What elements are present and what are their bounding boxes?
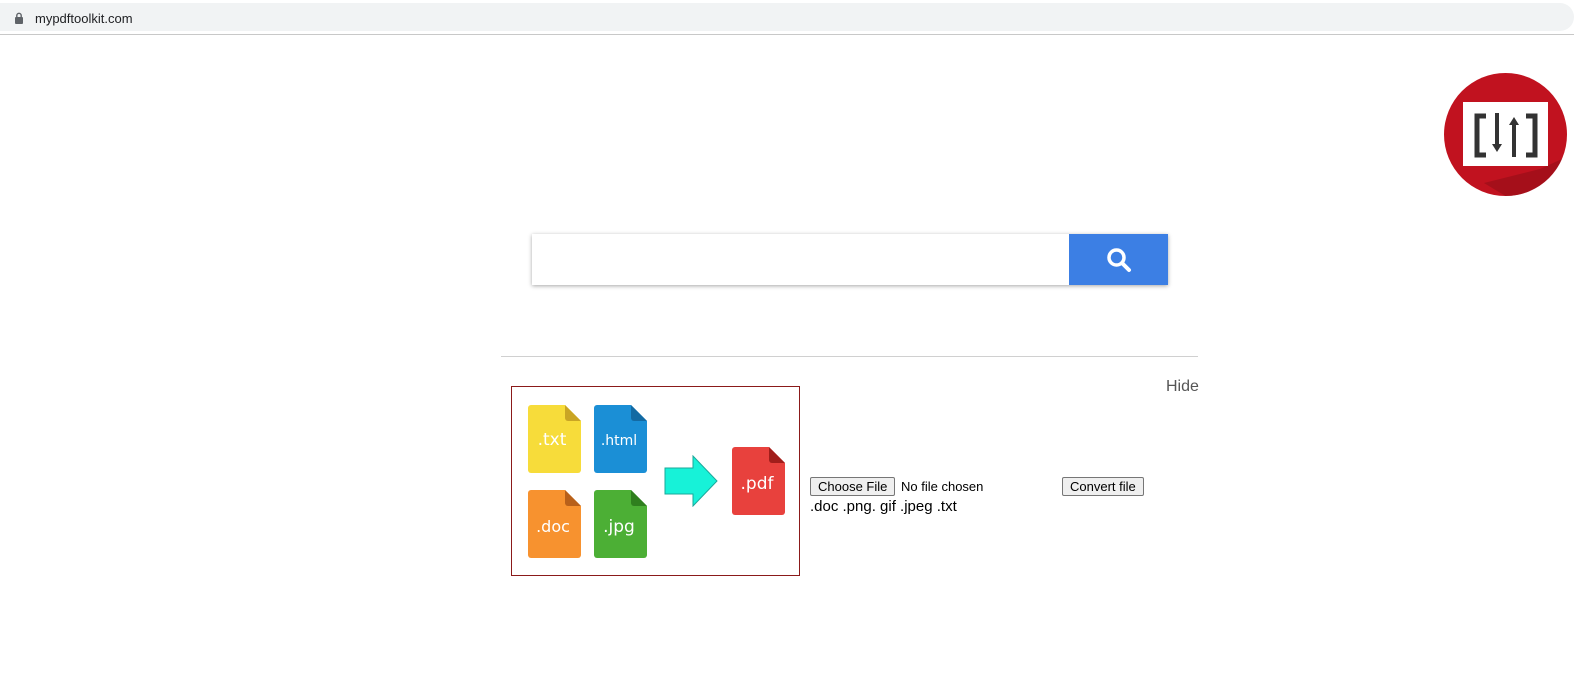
choose-file-button[interactable]: Choose File [810,477,896,496]
url-field[interactable]: mypdftoolkit.com [0,3,1574,31]
url-text: mypdftoolkit.com [35,11,133,26]
jpg-file-icon: .jpg [594,490,647,558]
search-input[interactable] [532,234,1069,285]
browser-address-bar: mypdftoolkit.com [0,0,1574,35]
convert-logo-icon[interactable] [1444,73,1567,196]
conversion-illustration: .txt .html .doc .jpg .pdf [511,386,800,576]
divider [501,356,1198,357]
file-status: No file chosen [901,479,984,494]
pdf-file-label: .pdf [741,474,775,494]
txt-file-icon: .txt [528,405,581,473]
pdf-file-icon: .pdf [732,447,785,515]
search-icon [1106,247,1131,272]
supported-formats: .doc .png. gif .jpeg .txt [810,498,957,515]
search-button[interactable] [1069,234,1168,285]
convert-file-button[interactable]: Convert file [1062,477,1144,496]
doc-file-label: .doc [536,517,570,536]
jpg-file-label: .jpg [603,517,635,537]
html-file-label: .html [601,433,637,449]
html-file-icon: .html [594,405,647,473]
hide-link[interactable]: Hide [1166,378,1199,396]
lock-icon [15,12,23,24]
txt-file-label: .txt [538,430,567,450]
doc-file-icon: .doc [528,490,581,558]
search-box [532,234,1168,285]
arrow-right-icon [664,455,718,507]
